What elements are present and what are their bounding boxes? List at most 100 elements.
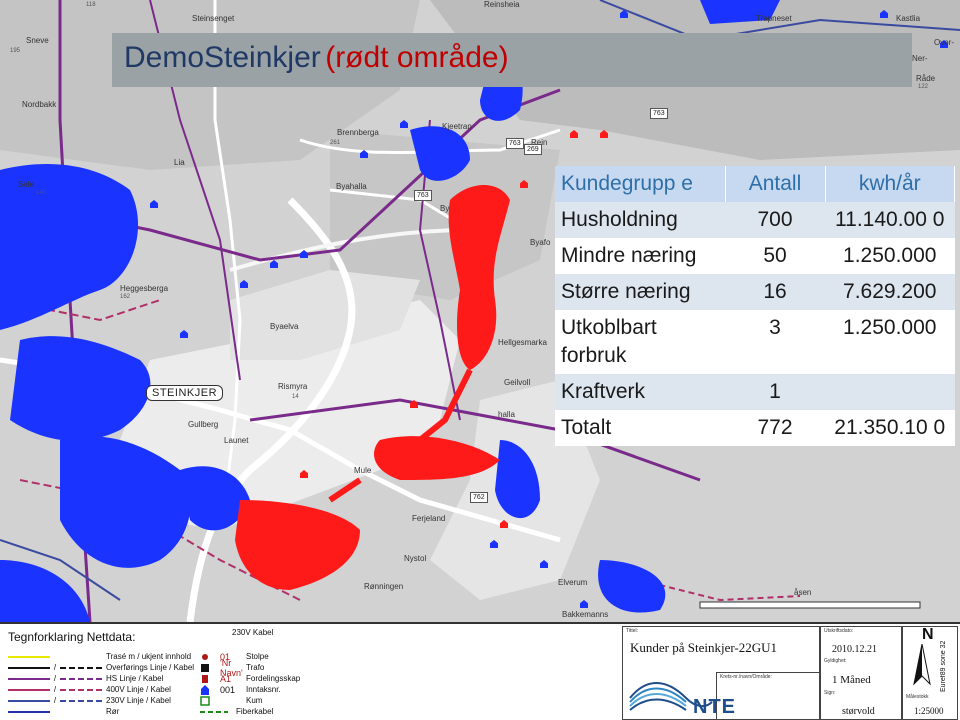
fiber-cable-icon	[200, 707, 228, 717]
legend-symbol-item: Fiberkabel	[200, 706, 273, 717]
cabinet-icon	[200, 674, 212, 684]
symbol-label: Trafo	[246, 663, 265, 672]
place-label: Byahalla	[336, 182, 367, 191]
place-label: Byafo	[530, 238, 551, 247]
row-count: 16	[725, 274, 825, 310]
legend-line-item: / 400V Linje / Kabel	[8, 684, 171, 695]
line-label: 400V Linje / Kabel	[106, 685, 171, 694]
legend-symbol-item: 'Nr Navn' Trafo	[200, 658, 265, 678]
elevation-label: 14	[292, 394, 299, 400]
header-kwh: kwh/år	[825, 166, 955, 202]
city-label: STEINKJER	[146, 385, 224, 401]
row-group: Utkoblbart forbruk	[555, 310, 725, 374]
place-label: Hellgesmarka	[498, 338, 547, 347]
symbol-label: Stolpe	[246, 652, 269, 661]
row-kwh: 21.350.10 0	[825, 410, 955, 446]
line-label: Overførings Linje / Kabel	[106, 663, 195, 672]
row-group: Større næring	[555, 274, 725, 310]
line-label: Rør	[106, 707, 120, 716]
legend-symbol-item: 001 Inntaksnr.	[200, 684, 281, 695]
elevation-label: 195	[10, 48, 21, 54]
date-label: Utskriftsdato:	[824, 628, 854, 634]
legend-title: Tegnforklaring Nettdata:	[8, 630, 136, 644]
title-label: Tittel:	[626, 628, 639, 634]
service-house-icon	[200, 684, 212, 695]
table-row: Totalt 772 21.350.10 0	[555, 410, 955, 446]
place-label: Bakkemanns	[562, 610, 609, 619]
cable-swatch	[60, 666, 102, 669]
date-value: 2010.12.21	[832, 644, 877, 655]
place-label: åsen	[794, 588, 812, 597]
legend-symbol-item: Kum	[200, 695, 262, 706]
transformer-icon	[200, 663, 212, 673]
line-label: HS Linje / Kabel	[106, 674, 164, 683]
pole-icon	[200, 652, 212, 662]
row-count: 1	[725, 374, 825, 410]
legend-line-item: / 230V Linje / Kabel	[8, 695, 171, 706]
road-number: 269	[524, 144, 542, 155]
legend-line-item: / Overførings Linje / Kabel	[8, 662, 194, 673]
row-group: Totalt	[555, 410, 725, 446]
scale-value: 1:25000	[914, 706, 944, 716]
cable-swatch	[60, 699, 102, 702]
map-legend: Tegnforklaring Nettdata: Trasé m / ukjen…	[0, 622, 960, 720]
place-label: Kastlia	[896, 14, 921, 23]
title-main: DemoSteinkjer	[124, 41, 321, 74]
place-label: Rismyra	[278, 382, 308, 391]
legend-230v-kabel: 230V Kabel	[232, 628, 274, 637]
place-label: Heggesberga	[120, 284, 169, 293]
place-label: Brennberga	[337, 128, 379, 137]
table-row: Utkoblbart forbruk 3 1.250.000	[555, 310, 955, 374]
north-label: N	[922, 626, 934, 643]
row-group: Mindre næring	[555, 238, 725, 274]
table-row: Mindre næring 50 1.250.000	[555, 238, 955, 274]
legend-symbol-item: A1 Fordelingsskap	[200, 673, 300, 684]
krets-label: Krets-nr./navn/Område:	[720, 674, 772, 680]
row-count: 700	[725, 202, 825, 238]
separator: /	[53, 685, 57, 694]
legend-line-item: Trasé m / ukjent innhold	[8, 651, 191, 662]
legend-line-item: Rør	[8, 706, 119, 717]
sign-label: Sign:	[824, 690, 836, 696]
line-swatch	[8, 655, 50, 658]
header-kundegruppe: Kundegrupp e	[555, 166, 726, 202]
symbol-code: 001	[220, 684, 236, 695]
place-label: Geilvoll	[504, 378, 531, 387]
page-title: DemoSteinkjer (rødt område)	[112, 33, 912, 87]
cable-swatch	[60, 688, 102, 691]
row-kwh: 1.250.000	[825, 238, 955, 274]
table-row: Husholdning 700 11.140.00 0	[555, 202, 955, 238]
place-label: Over-	[934, 38, 954, 47]
table-row: Kraftverk 1	[555, 374, 955, 410]
place-label: Sneve	[26, 36, 49, 45]
line-label: Trasé m / ukjent innhold	[106, 652, 192, 661]
symbol-code: A1	[220, 673, 232, 684]
place-label: By	[440, 204, 450, 213]
line-label: 230V Linje / Kabel	[106, 696, 171, 705]
line-swatch	[8, 688, 50, 691]
row-count: 772	[725, 410, 825, 446]
nte-logo: NTE	[693, 696, 736, 718]
road-number: 763	[414, 190, 432, 201]
elevation-label: 261	[330, 140, 341, 146]
place-label: Kjeetran	[442, 122, 472, 131]
customer-table: Kundegrupp e Antall kwh/år Husholdning 7…	[555, 166, 955, 446]
place-label: Sele	[18, 180, 35, 189]
title-sub: (rødt område)	[325, 41, 509, 74]
place-label: Nordbakk	[22, 100, 57, 109]
projection-label: Euref89 sone 32	[940, 640, 947, 692]
place-label: Launet	[224, 436, 249, 445]
separator: /	[53, 663, 57, 672]
elevation-label: 122	[918, 84, 929, 90]
line-swatch	[8, 666, 50, 669]
symbol-label: Fiberkabel	[236, 707, 274, 716]
place-label: Reinsheia	[484, 0, 520, 9]
road-number: 763	[506, 138, 524, 149]
row-kwh: 1.250.000	[825, 310, 955, 374]
elevation-label: 162	[120, 294, 131, 300]
road-number: 763	[650, 108, 668, 119]
row-kwh: 11.140.00 0	[825, 202, 955, 238]
table-header-row: Kundegrupp e Antall kwh/år	[555, 166, 955, 202]
place-label: Lia	[174, 158, 185, 167]
place-label: Ferjeland	[412, 514, 446, 523]
